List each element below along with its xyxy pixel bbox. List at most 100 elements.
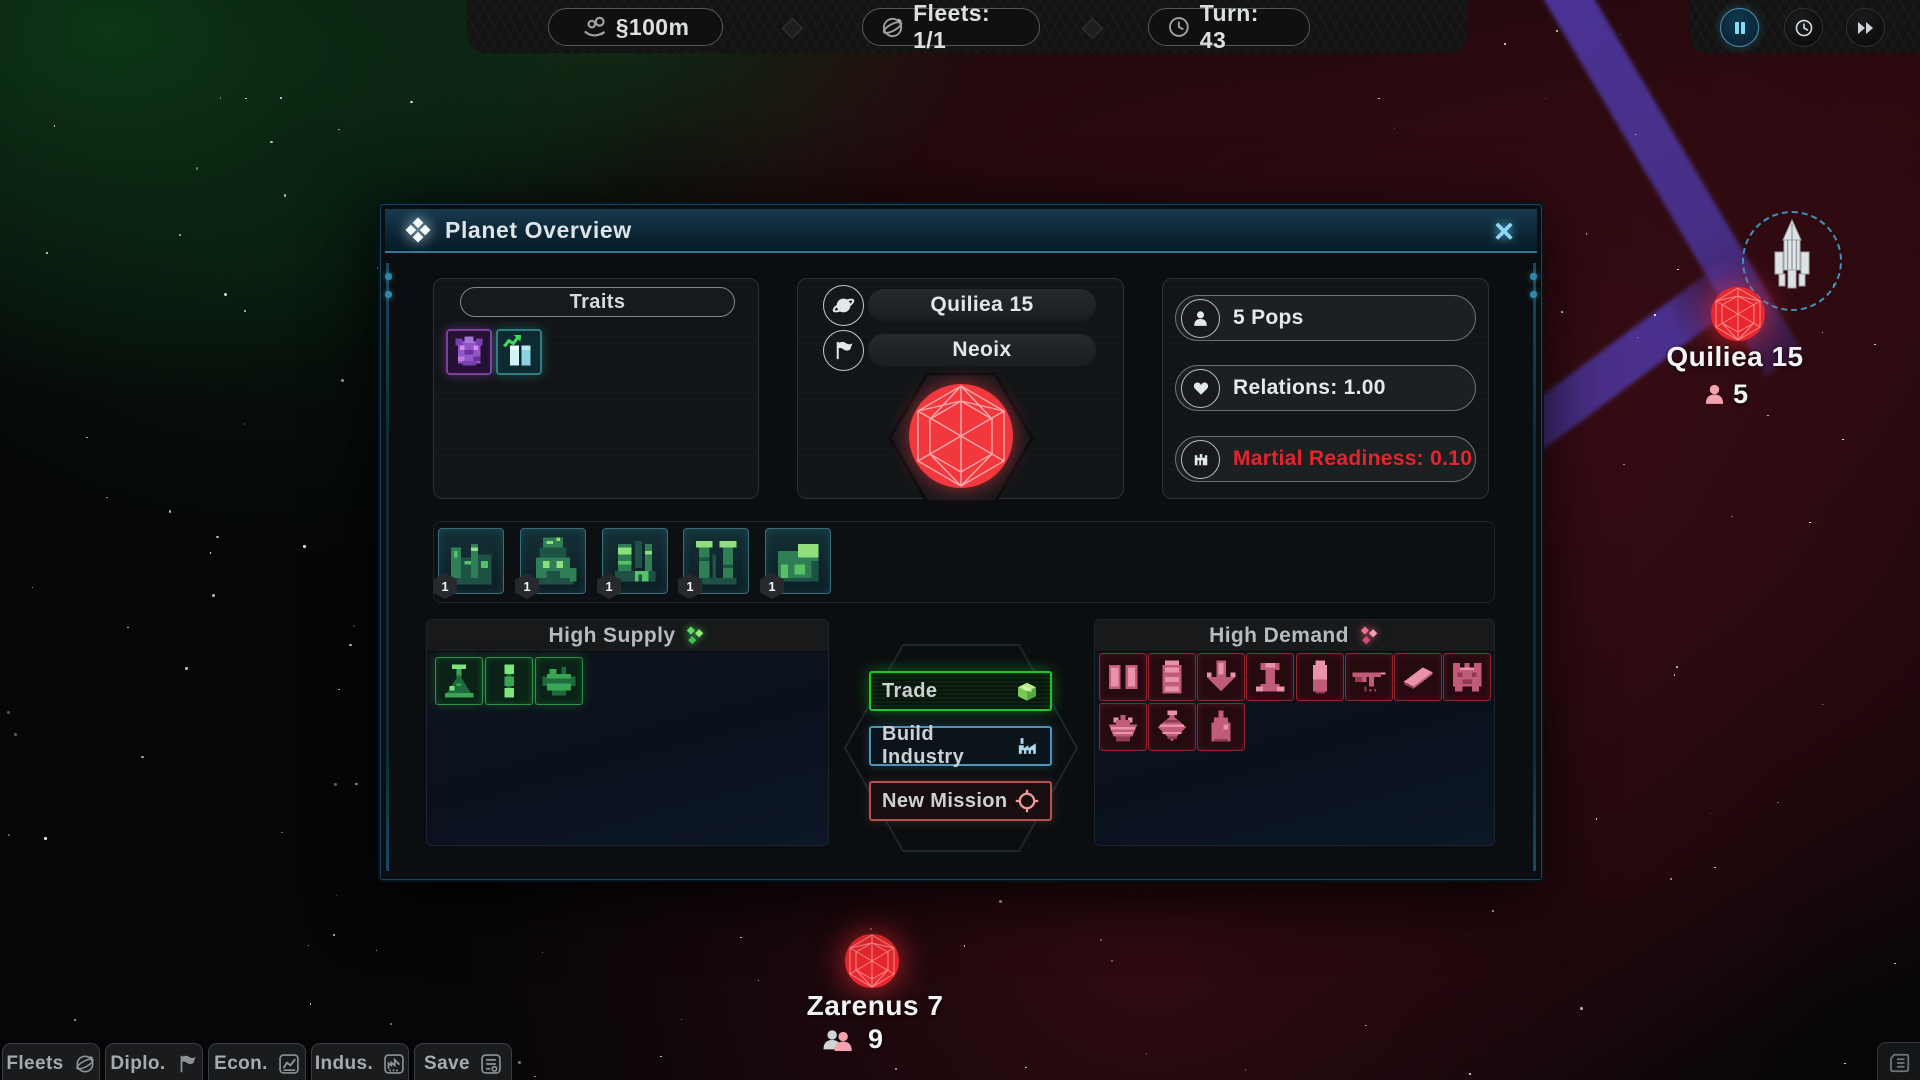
pause-icon bbox=[1732, 20, 1748, 36]
demand-item-flask[interactable] bbox=[1197, 703, 1245, 751]
tab-indus-label: Indus. bbox=[315, 1053, 373, 1075]
fast-forward-button[interactable] bbox=[1846, 8, 1885, 47]
indus-factory-chart-icon bbox=[383, 1053, 405, 1075]
pause-button[interactable] bbox=[1720, 8, 1759, 47]
demand-item-capsule[interactable] bbox=[1296, 653, 1344, 701]
planet-zarenus-7[interactable] bbox=[842, 931, 902, 996]
high-demand-header: High Demand bbox=[1095, 620, 1494, 652]
build-industry-button-label: Build Industry bbox=[882, 723, 1016, 769]
fleet-ship-icon bbox=[1769, 218, 1815, 304]
demand-item-food-bowl[interactable] bbox=[1099, 703, 1147, 751]
high-demand-title: High Demand bbox=[1209, 624, 1349, 648]
tab-econ-label: Econ. bbox=[214, 1053, 268, 1075]
tab-diplo[interactable]: Diplo. bbox=[105, 1043, 203, 1080]
news-log-button[interactable] bbox=[1877, 1042, 1920, 1080]
fleets-globe-icon bbox=[881, 15, 904, 40]
food-bowl-pixel-icon bbox=[1104, 708, 1142, 746]
trade-button[interactable]: Trade bbox=[869, 671, 1052, 711]
tab-save[interactable]: Save bbox=[414, 1043, 512, 1080]
planet-label-zarenus: Zarenus 7 bbox=[770, 990, 980, 1022]
fast-forward-icon bbox=[1857, 21, 1875, 35]
planet-overview-icon bbox=[405, 217, 431, 243]
mining-derrick-pixel-icon bbox=[440, 662, 478, 700]
traits-header-label: Traits bbox=[570, 291, 626, 314]
heart-icon bbox=[1181, 369, 1220, 408]
planet-quiliea-15[interactable] bbox=[1708, 284, 1768, 349]
supply-item-engine-block[interactable] bbox=[535, 657, 583, 705]
down-arrow-pixel-icon bbox=[1202, 658, 1240, 696]
buildings-bar: 1 1 1 bbox=[433, 521, 1495, 603]
fleets-value: Fleets: 1/1 bbox=[913, 0, 1021, 54]
money-icon bbox=[582, 15, 607, 40]
amphora-pixel-icon bbox=[1153, 708, 1191, 746]
alien-species-pixel-icon bbox=[451, 334, 487, 370]
building-slot-5[interactable]: 1 bbox=[765, 528, 831, 594]
economy-growth-pixel-icon bbox=[501, 334, 537, 370]
rifle-pixel-icon bbox=[1350, 658, 1388, 696]
fleets-indicator: Fleets: 1/1 bbox=[862, 8, 1040, 46]
traits-header: Traits bbox=[460, 287, 735, 317]
quiliea-population: 5 bbox=[1702, 379, 1748, 410]
package-icon bbox=[1015, 679, 1039, 703]
money-indicator: §100m bbox=[548, 8, 723, 46]
modal-title: Planet Overview bbox=[445, 217, 632, 244]
demand-item-amphora[interactable] bbox=[1148, 703, 1196, 751]
game-speed-button[interactable] bbox=[1784, 8, 1823, 47]
fortress-icon bbox=[1181, 440, 1220, 479]
modal-stud bbox=[1530, 291, 1537, 298]
engine-block-pixel-icon bbox=[540, 662, 578, 700]
faction-flag-icon bbox=[823, 330, 864, 371]
factory-icon bbox=[1016, 734, 1039, 758]
building-slot-1[interactable]: 1 bbox=[438, 528, 504, 594]
tab-fleets[interactable]: Fleets bbox=[2, 1043, 100, 1080]
modal-stud bbox=[385, 273, 392, 280]
faction-name-pill: Neoix bbox=[868, 334, 1096, 366]
tab-econ[interactable]: Econ. bbox=[208, 1043, 306, 1080]
supply-item-mining-derrick[interactable] bbox=[435, 657, 483, 705]
building-slot-3[interactable]: 1 bbox=[602, 528, 668, 594]
save-icon bbox=[480, 1053, 502, 1075]
zarenus-population-count: 9 bbox=[868, 1024, 883, 1055]
pops-stat: 5 Pops bbox=[1175, 295, 1476, 341]
demand-item-armor-plate[interactable] bbox=[1443, 653, 1491, 701]
pops-value: 5 Pops bbox=[1233, 306, 1304, 330]
demand-item-double-doors[interactable] bbox=[1099, 653, 1147, 701]
turn-clock-icon bbox=[1167, 15, 1191, 39]
supply-item-fuel-column[interactable] bbox=[485, 657, 533, 705]
high-supply-header: High Supply bbox=[427, 620, 828, 652]
planet-ring-icon bbox=[823, 285, 864, 326]
fuel-column-pixel-icon bbox=[490, 662, 528, 700]
building-slot-4[interactable]: 1 bbox=[683, 528, 749, 594]
clock-icon bbox=[1794, 18, 1814, 38]
tab-fleets-label: Fleets bbox=[6, 1053, 63, 1075]
newspaper-icon bbox=[1888, 1051, 1912, 1075]
person-icon bbox=[1181, 299, 1220, 338]
demand-item-metal-ingot[interactable] bbox=[1394, 653, 1442, 701]
demand-item-down-arrow[interactable] bbox=[1197, 653, 1245, 701]
demand-item-rifle[interactable] bbox=[1345, 653, 1393, 701]
tab-save-label: Save bbox=[424, 1053, 470, 1075]
build-industry-button[interactable]: Build Industry bbox=[869, 726, 1052, 766]
crosshair-icon bbox=[1015, 789, 1039, 813]
demand-item-battery[interactable] bbox=[1148, 653, 1196, 701]
new-mission-button[interactable]: New Mission bbox=[869, 781, 1052, 821]
capsule-pixel-icon bbox=[1301, 658, 1339, 696]
tab-diplo-label: Diplo. bbox=[110, 1053, 165, 1075]
trait-alien-species-icon[interactable] bbox=[446, 329, 492, 375]
quiliea-population-count: 5 bbox=[1733, 379, 1748, 410]
close-button[interactable]: ✕ bbox=[1489, 217, 1519, 247]
supply-gems-icon bbox=[684, 625, 706, 647]
planet-info-panel: Quiliea 15 Neoix bbox=[797, 278, 1124, 499]
martial-readiness-stat: Martial Readiness: 0.10 bbox=[1175, 436, 1476, 482]
demand-gems-icon bbox=[1358, 625, 1380, 647]
zarenus-population: 9 bbox=[818, 1024, 883, 1055]
relations-value: Relations: 1.00 bbox=[1233, 376, 1386, 400]
building-slot-2[interactable]: 1 bbox=[520, 528, 586, 594]
trait-economy-growth-icon[interactable] bbox=[496, 329, 542, 375]
planet-portrait-hex bbox=[886, 363, 1036, 513]
relations-stat: Relations: 1.00 bbox=[1175, 365, 1476, 411]
stats-panel: 5 Pops Relations: 1.00 Martial Readiness… bbox=[1162, 278, 1489, 499]
tab-indus[interactable]: Indus. bbox=[311, 1043, 409, 1080]
demand-item-pedestal[interactable] bbox=[1246, 653, 1294, 701]
population-icon bbox=[1702, 382, 1727, 407]
